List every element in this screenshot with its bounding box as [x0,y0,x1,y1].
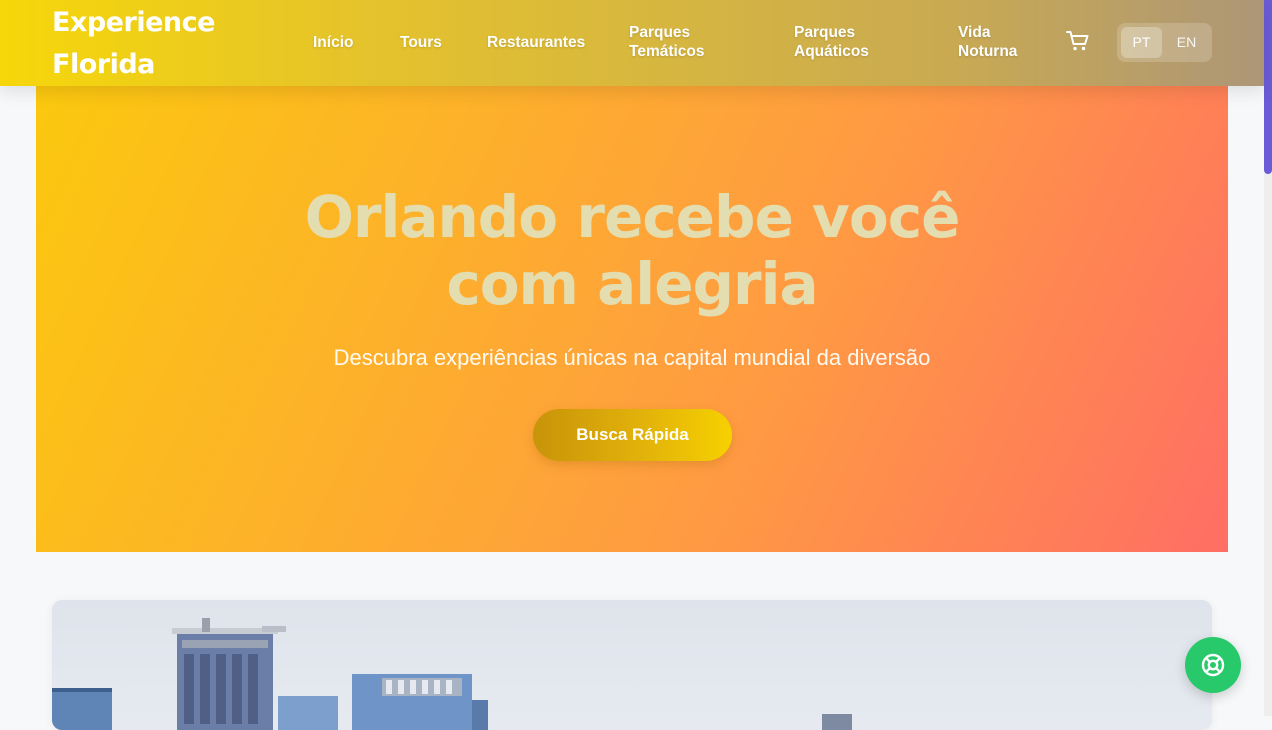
logo-line-2: Florida [52,49,155,80]
nav-label-line: Parques [629,24,691,41]
nav-tours[interactable]: Tours [400,33,442,52]
nav-label-line: Parques [794,24,856,41]
nav-label-line: Aquáticos [794,43,869,60]
nav-label-line: Vida [958,24,991,41]
page-scrollbar[interactable] [1264,0,1272,716]
lang-pt-button[interactable]: PT [1121,27,1162,58]
lifebuoy-icon [1201,653,1225,677]
nav-label-line: Noturna [958,43,1018,60]
hero-subtitle: Descubra experiências únicas na capital … [333,345,931,370]
language-switcher: PT EN [1117,23,1212,62]
skyline-illustration [52,618,852,730]
nav-inicio[interactable]: Início [313,33,353,52]
lang-en-button[interactable]: EN [1166,27,1207,58]
nav-vida-noturna[interactable]: Vida Noturna [958,23,1038,61]
help-button[interactable] [1185,637,1241,693]
site-logo[interactable]: Experience Florida [52,2,252,86]
nav-restaurantes[interactable]: Restaurantes [487,33,585,52]
orlando-skyline-image [52,600,1212,730]
nav-parques-aquaticos[interactable]: Parques Aquáticos [794,23,904,61]
scrollbar-thumb[interactable] [1264,0,1272,174]
hero-title-line: com alegria [446,250,818,318]
shopping-cart-icon[interactable] [1065,29,1091,53]
site-header: Experience Florida Início Tours Restaura… [0,0,1264,86]
logo-line-1: Experience [52,7,215,38]
hero-title-line: Orlando recebe você [304,183,961,251]
nav-label-line: Temáticos [629,43,705,60]
hero-section: Orlando recebe você com alegria Descubra… [36,86,1228,552]
hero-title: Orlando recebe você com alegria [36,184,1228,318]
nav-parques-tematicos[interactable]: Parques Temáticos [629,23,739,61]
quick-search-button[interactable]: Busca Rápida [533,409,732,461]
